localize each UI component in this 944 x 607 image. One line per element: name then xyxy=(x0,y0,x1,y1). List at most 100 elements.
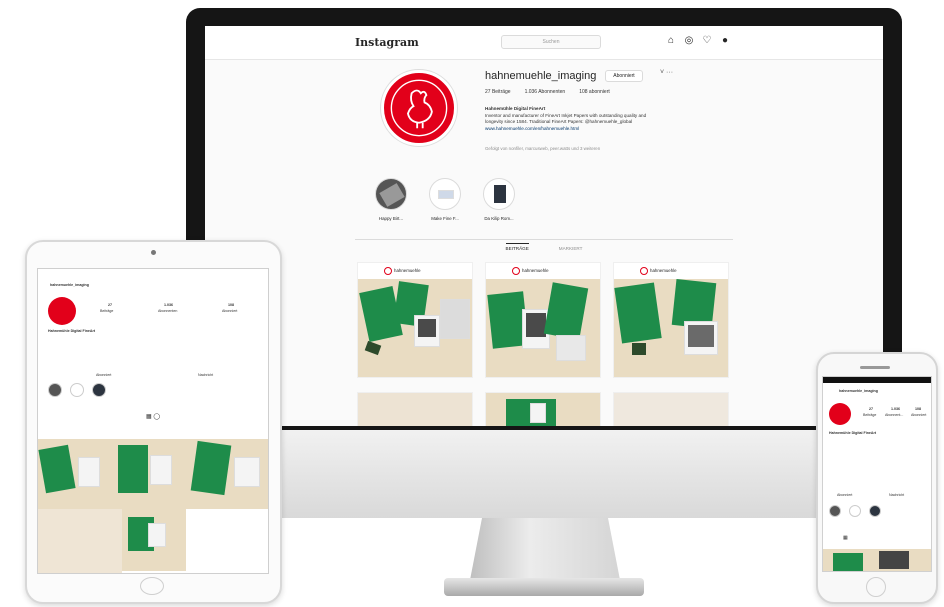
tablet-bio-name: Hahnemühle Digital FineArt xyxy=(48,329,96,333)
rooster-logo-icon xyxy=(390,79,448,137)
tablet-stat-value: 108 xyxy=(228,303,234,307)
highlight-3[interactable]: Da Kilip Rom... xyxy=(479,178,519,221)
post-5[interactable] xyxy=(485,392,601,426)
phone-highlight[interactable] xyxy=(829,505,841,517)
post-username: hahnemuehle xyxy=(394,268,421,273)
post-header: hahnemuehle xyxy=(614,263,728,279)
desktop-screen: Instagram Suchen ⌂ ◎ ♡ ● hahnemuehle_ima… xyxy=(205,26,883,426)
tab-tagged[interactable]: MARKIERT xyxy=(559,246,583,251)
imac-stand-neck xyxy=(470,518,620,580)
bio-line-1: Inventor and manufacturer of FineArt Ink… xyxy=(485,112,647,118)
post-4[interactable] xyxy=(357,392,473,426)
tab-posts[interactable]: BEITRÄGE xyxy=(505,243,529,251)
tablet-stat-label: Abonniert xyxy=(222,309,238,313)
phone-stat-value: 27 xyxy=(869,407,873,411)
tablet-avatar[interactable] xyxy=(48,297,76,325)
posts-count[interactable]: 27 Beiträge xyxy=(485,89,511,95)
home-icon[interactable]: ⌂ xyxy=(665,35,677,47)
phone-stat-value: 1.036 xyxy=(891,407,900,411)
top-navbar: Instagram Suchen ⌂ ◎ ♡ ● xyxy=(205,26,883,60)
phone-stat-label: Abonniert xyxy=(911,413,927,417)
post-image xyxy=(358,279,472,377)
post-header: hahnemuehle xyxy=(486,263,600,279)
tablet-username: hahnemuehle_imaging xyxy=(50,283,89,287)
tablet-post-row[interactable] xyxy=(38,439,268,509)
post-image xyxy=(358,393,472,426)
imac-stand-foot xyxy=(444,578,644,596)
phone-screen: hahnemuehle_imaging 27 Beiträge 1.036 Ab… xyxy=(822,376,932,572)
heart-icon[interactable]: ♡ xyxy=(701,35,713,47)
post-username: hahnemuehle xyxy=(522,268,549,273)
tablet-stat-label: Abonnenten xyxy=(158,309,178,313)
profile-bio: Hahnemühle Digital FineArt Inventor and … xyxy=(485,106,725,132)
mini-avatar xyxy=(512,267,520,275)
tablet-grid-icon[interactable]: ▦ ◯ xyxy=(146,413,160,420)
profile-avatar[interactable] xyxy=(381,70,457,146)
phone-highlight[interactable] xyxy=(869,505,881,517)
bio-link[interactable]: www.hahnemuehle.com/en/hahnemuehle.html xyxy=(485,126,725,133)
highlight-cover xyxy=(375,178,407,210)
post-image xyxy=(486,393,600,426)
post-image xyxy=(486,279,600,377)
tabs-divider xyxy=(355,239,733,240)
phone-post-row[interactable] xyxy=(823,549,931,571)
post-username: hahnemuehle xyxy=(650,268,677,273)
phone-bio-name: Hahnemühle Digital FineArt xyxy=(829,431,877,435)
bio-name: Hahnemühle Digital FineArt xyxy=(485,106,546,111)
tablet-highlight[interactable] xyxy=(92,383,106,397)
followers-count[interactable]: 1.036 Abonnenten xyxy=(525,89,566,95)
phone-stat-value: 108 xyxy=(915,407,921,411)
post-1[interactable]: hahnemuehle xyxy=(357,262,473,378)
tablet-post-single[interactable] xyxy=(122,509,186,571)
highlight-cover xyxy=(429,178,461,210)
more-options-icon[interactable]: ˅ ··· xyxy=(660,69,673,76)
compass-icon[interactable]: ◎ xyxy=(683,35,695,47)
highlight-label: Happy Birt... xyxy=(378,216,404,221)
mini-avatar xyxy=(640,267,648,275)
highlight-label: Da Kilip Rom... xyxy=(484,216,514,221)
tablet-stat-label: Beiträge xyxy=(100,309,114,313)
profile-stats: 27 Beiträge 1.036 Abonnenten 108 abonnie… xyxy=(485,89,610,95)
phone-speaker xyxy=(860,366,890,369)
profile-tabs: BEITRÄGE MARKIERT xyxy=(355,243,733,251)
post-header: hahnemuehle xyxy=(358,263,472,279)
imac-chin xyxy=(186,430,902,518)
tablet-home-button xyxy=(140,577,164,595)
followed-by-text[interactable]: Gefolgt von nonfiler, marcusweb, peer.wa… xyxy=(485,146,600,151)
highlight-1[interactable]: Happy Birt... xyxy=(371,178,411,221)
mini-avatar xyxy=(384,267,392,275)
tablet-highlight[interactable] xyxy=(48,383,62,397)
highlight-cover xyxy=(483,178,515,210)
phone-status-bar xyxy=(823,377,931,383)
phone-highlight[interactable] xyxy=(849,505,861,517)
tablet-screen: hahnemuehle_imaging 27 Beiträge 1.036 Ab… xyxy=(37,268,269,574)
following-count[interactable]: 108 abonniert xyxy=(579,89,610,95)
bio-line-2: longevity since 1584. Traditional FineAr… xyxy=(485,119,633,125)
follow-button[interactable]: Abonniert xyxy=(605,70,643,82)
phone-username: hahnemuehle_imaging xyxy=(839,389,878,393)
profile-username: hahnemuehle_imaging xyxy=(485,70,597,82)
tablet-message-button[interactable]: Nachricht xyxy=(198,373,213,377)
phone-message-button[interactable]: Nachricht xyxy=(889,493,904,497)
profile-icon[interactable]: ● xyxy=(719,35,731,47)
search-input[interactable]: Suchen xyxy=(501,35,601,49)
phone-home-button xyxy=(866,577,886,597)
post-6[interactable] xyxy=(613,392,729,426)
phone-stat-label: Abonnent... xyxy=(885,413,904,417)
tablet-stat-value: 1.036 xyxy=(164,303,173,307)
post-3[interactable]: hahnemuehle xyxy=(613,262,729,378)
tablet-post-bg xyxy=(38,509,122,573)
tablet-highlight[interactable] xyxy=(70,383,84,397)
phone-avatar[interactable] xyxy=(829,403,851,425)
post-image xyxy=(614,279,728,377)
phone-follow-button[interactable]: Abonniert xyxy=(837,493,852,497)
tablet-camera xyxy=(151,250,156,255)
tablet-follow-button[interactable]: Abonniert xyxy=(96,373,111,377)
instagram-logo[interactable]: Instagram xyxy=(355,36,419,49)
tablet-stat-value: 27 xyxy=(108,303,112,307)
highlight-2[interactable]: Make Fine F... xyxy=(425,178,465,221)
post-2[interactable]: hahnemuehle xyxy=(485,262,601,378)
phone-grid-icon[interactable]: ▦ xyxy=(843,535,848,541)
post-image xyxy=(614,393,728,426)
highlight-label: Make Fine F... xyxy=(431,216,459,221)
